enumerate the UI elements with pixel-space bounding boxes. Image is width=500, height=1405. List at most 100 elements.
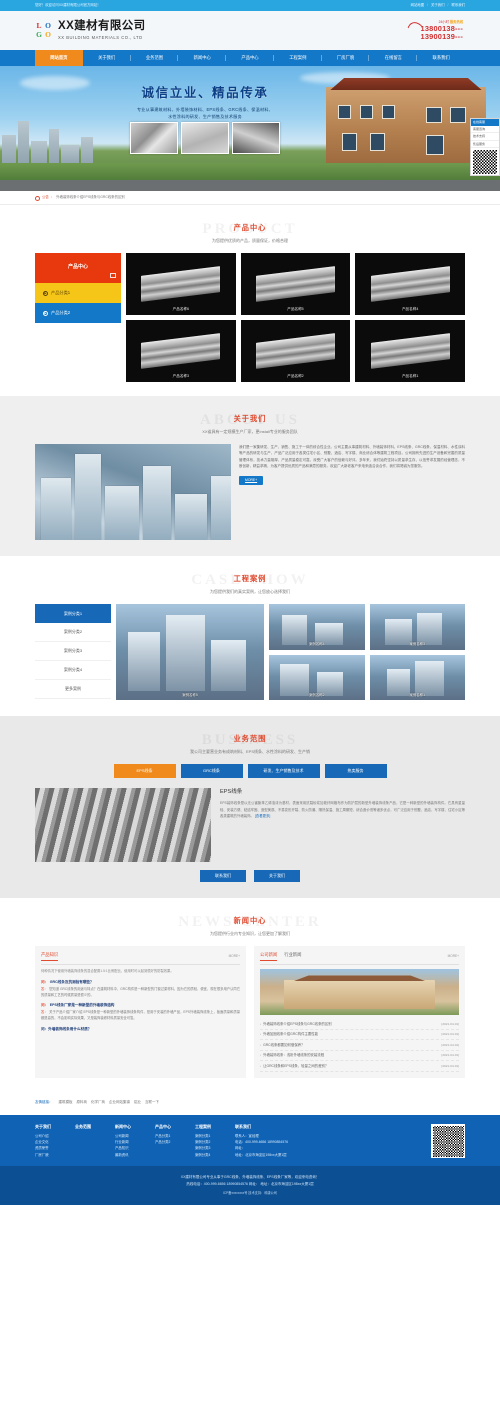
top-utility-bar: 您好！欢迎访问XX建材有限公司官方网站！ 网站地图 / 关于我们 / 联系我们 (0, 0, 500, 11)
news-list-item[interactable]: • GRC线条都要如何做保养？ [2021-04-01] (260, 1040, 459, 1051)
product-category-2[interactable]: ▶ 产品分类2 (35, 303, 121, 323)
footer-link[interactable]: 厂房厂貌 (35, 1152, 65, 1158)
case-card[interactable]: 案例名称5 (116, 604, 264, 700)
footer-col-title[interactable]: 新闻中心 (115, 1124, 145, 1130)
cases-grid: 案例名称5 案例名称4 案例名称3 案例名称2 案例名称1 (116, 604, 465, 700)
about-body: 我们是一家集研发、生产、销售、施工于一体的综合性企业。公司主要从事建筑材料、外墙… (35, 441, 469, 556)
top-link-contact[interactable]: 联系我们 (451, 3, 465, 7)
case-card[interactable]: 案例名称1 (369, 654, 465, 700)
tab-product-knowledge[interactable]: 产品知识 (41, 952, 59, 962)
product-card[interactable]: 产品名称2 (240, 320, 351, 382)
case-name: 案例名称5 (182, 692, 198, 697)
case-card[interactable]: 案例名称4 (269, 604, 365, 650)
business-detail-more-link[interactable]: [查看更多] (255, 814, 270, 818)
service-panel-row-support[interactable]: 技术支持 (471, 133, 499, 141)
product-card[interactable]: 产品名称4 (355, 253, 465, 315)
qa-question: 问：外墙装饰线条用什么材质？ (41, 1026, 92, 1031)
product-image (256, 333, 335, 369)
qa-item-trailing[interactable]: 问：外墙装饰线条用什么材质？ (41, 1027, 240, 1032)
friendly-link-2[interactable]: 原料商 (77, 1100, 88, 1105)
product-knowledge-more[interactable]: MORE+ (229, 954, 240, 959)
news-list-item[interactable]: • 外墙加固线条介绍GRC构件主要性能 [2021-04-01] (260, 1030, 459, 1041)
banner-subtitle-line2: 水性涂料的研发、生产销售及技术服务 (168, 113, 242, 119)
product-card[interactable]: 产品名称6 (126, 253, 236, 315)
news-list-item[interactable]: • 外墙装饰线条介绍EPS线条与GRC线条的区别 [2021-04-01] (260, 1019, 459, 1030)
banner-thumb-1[interactable] (130, 122, 178, 154)
nav-item-products[interactable]: 产品中心 (226, 50, 274, 66)
top-welcome-text: 您好！欢迎访问XX建材有限公司官方网站！ (35, 2, 101, 7)
logo-letter-o2: O (45, 29, 51, 39)
service-panel-row-after-sales[interactable]: 售后服务 (471, 141, 499, 149)
footer-link[interactable]: 案例分类4 (195, 1152, 225, 1158)
qa-item[interactable]: 问： GRC线条及抗测验有哪些？ 答： 您知道 GRC线条的用途与特点？在建筑材料中… (41, 980, 240, 998)
news-list-item[interactable]: • 外墙装饰线条：浅析外墙线条的安装流程 [2021-04-01] (260, 1051, 459, 1062)
cases-heading: CASE SHOW 工程案例 为您提供我们的真实案例，让您放心选择我们 (35, 570, 465, 596)
top-link-about[interactable]: 关于我们 (431, 3, 445, 7)
business-text-block: EPS线条 EPS装饰线条是以无公害聚苯乙烯泡沫为基材，表面采用抗裂砂浆加玻纤网… (220, 788, 465, 862)
tab-industry-news[interactable]: 行业新闻 (284, 952, 301, 961)
nav-item-contact[interactable]: 联系我们 (417, 50, 465, 66)
service-panel-row-consult[interactable]: 客服咨询 (471, 126, 499, 134)
footer-link[interactable]: 最新资讯 (115, 1152, 145, 1158)
banner-product-thumbnails (130, 122, 280, 154)
villa-photo-graphic (326, 78, 486, 165)
case-category-2[interactable]: 案例分类2 (35, 623, 111, 642)
business-about-button[interactable]: 关于我们 (254, 870, 300, 882)
product-card[interactable]: 产品名称1 (355, 320, 465, 382)
business-buttons: 联系我们 关于我们 (35, 870, 465, 898)
nav-item-cases[interactable]: 工程案例 (274, 50, 322, 66)
products-sidebar-title-text: 产品中心 (67, 264, 88, 271)
breadcrumb-tag: 公告 (42, 195, 49, 200)
banner-thumb-3[interactable] (232, 122, 280, 154)
business-tab-eps[interactable]: EPS线条 (113, 764, 176, 778)
banner-title: 诚信立业、精品传承 (141, 86, 269, 100)
brand-block[interactable]: L O G O XX建材有限公司 XX BUILDING MATERIALS C… (35, 20, 146, 40)
floating-service-panel[interactable]: 在线客服 客服咨询 技术支持 售后服务 (470, 118, 500, 177)
business-contact-button[interactable]: 联系我们 (200, 870, 246, 882)
case-category-3[interactable]: 案例分类3 (35, 642, 111, 661)
top-link-sitemap[interactable]: 网站地图 (411, 3, 425, 7)
friendly-link-4[interactable]: 企业网站集锦 (109, 1100, 130, 1105)
company-name-cn: XX建材有限公司 (58, 20, 146, 33)
case-card[interactable]: 案例名称3 (369, 604, 465, 650)
business-tab-grc[interactable]: GRC线条 (180, 764, 243, 778)
footer-column-news: 新闻中心 公司新闻 行业新闻 产品知识 最新资讯 (115, 1124, 145, 1158)
product-category-1[interactable]: ▶ 产品分类1 (35, 283, 121, 303)
qa-item[interactable]: 问： EPS线条厂家是一种新型的外墙装饰结构 答： 关于产品介绍厂家介绍 EPS线条… (41, 1003, 240, 1021)
friendly-link-3[interactable]: 化学厂商 (91, 1100, 105, 1105)
case-card[interactable]: 案例名称2 (269, 654, 365, 700)
nav-item-about[interactable]: 关于我们 (83, 50, 131, 66)
banner-thumb-2[interactable] (181, 122, 229, 154)
nav-item-factory[interactable]: 厂房厂貌 (322, 50, 370, 66)
copyright-line-3: ICP备xxxxxxxx号 技术支持：科唐公司 (222, 1190, 277, 1195)
business-tab-service[interactable]: 热卖服务 (324, 764, 387, 778)
service-panel-title: 在线客服 (471, 119, 499, 126)
business-tab-rd[interactable]: 研发、生产销售及技术 (247, 764, 320, 778)
footer-link[interactable]: 产品分类2 (155, 1139, 185, 1145)
footer-col-title[interactable]: 产品中心 (155, 1124, 185, 1130)
friendly-link-5[interactable]: 铝业 (134, 1100, 141, 1105)
about-more-button[interactable]: MORE+ (239, 475, 264, 485)
footer-col-title[interactable]: 业务范围 (75, 1124, 105, 1130)
case-category-1[interactable]: 案例分类1 (35, 604, 111, 623)
news-featured-image[interactable] (260, 969, 459, 1016)
nav-item-home[interactable]: 网站首页 (35, 50, 83, 66)
footer-col-title[interactable]: 工程案例 (195, 1124, 225, 1130)
case-category-4[interactable]: 案例分类4 (35, 661, 111, 680)
company-news-more[interactable]: MORE+ (448, 954, 459, 959)
product-image (370, 266, 450, 302)
product-card[interactable]: 产品名称5 (240, 253, 351, 315)
announcement-icon (35, 195, 40, 201)
about-heading: ABOUT US 关于我们 XX省具有一定规模生产厂家，更install专业的服… (35, 410, 465, 436)
breadcrumb-text[interactable]: 外墙装饰线条介绍EPS线条与GRC线条的区别 (56, 195, 125, 200)
nav-item-business[interactable]: 业务范围 (131, 50, 179, 66)
news-list-item[interactable]: • 让GRC线条和EPS线条、轻量之间的差别？ [2021-04-01] (260, 1061, 459, 1072)
product-card[interactable]: 产品名称3 (126, 320, 236, 382)
nav-item-message[interactable]: 在线留言 (369, 50, 418, 66)
friendly-link-1[interactable]: 建筑模板 (59, 1100, 73, 1105)
friendly-link-6[interactable]: 互联一下 (145, 1100, 159, 1105)
tab-company-news[interactable]: 公司新闻 (260, 952, 278, 962)
case-more-link[interactable]: 更多案例 (35, 680, 111, 699)
footer-col-title[interactable]: 关于我们 (35, 1124, 65, 1130)
nav-item-news[interactable]: 新闻中心 (178, 50, 226, 66)
